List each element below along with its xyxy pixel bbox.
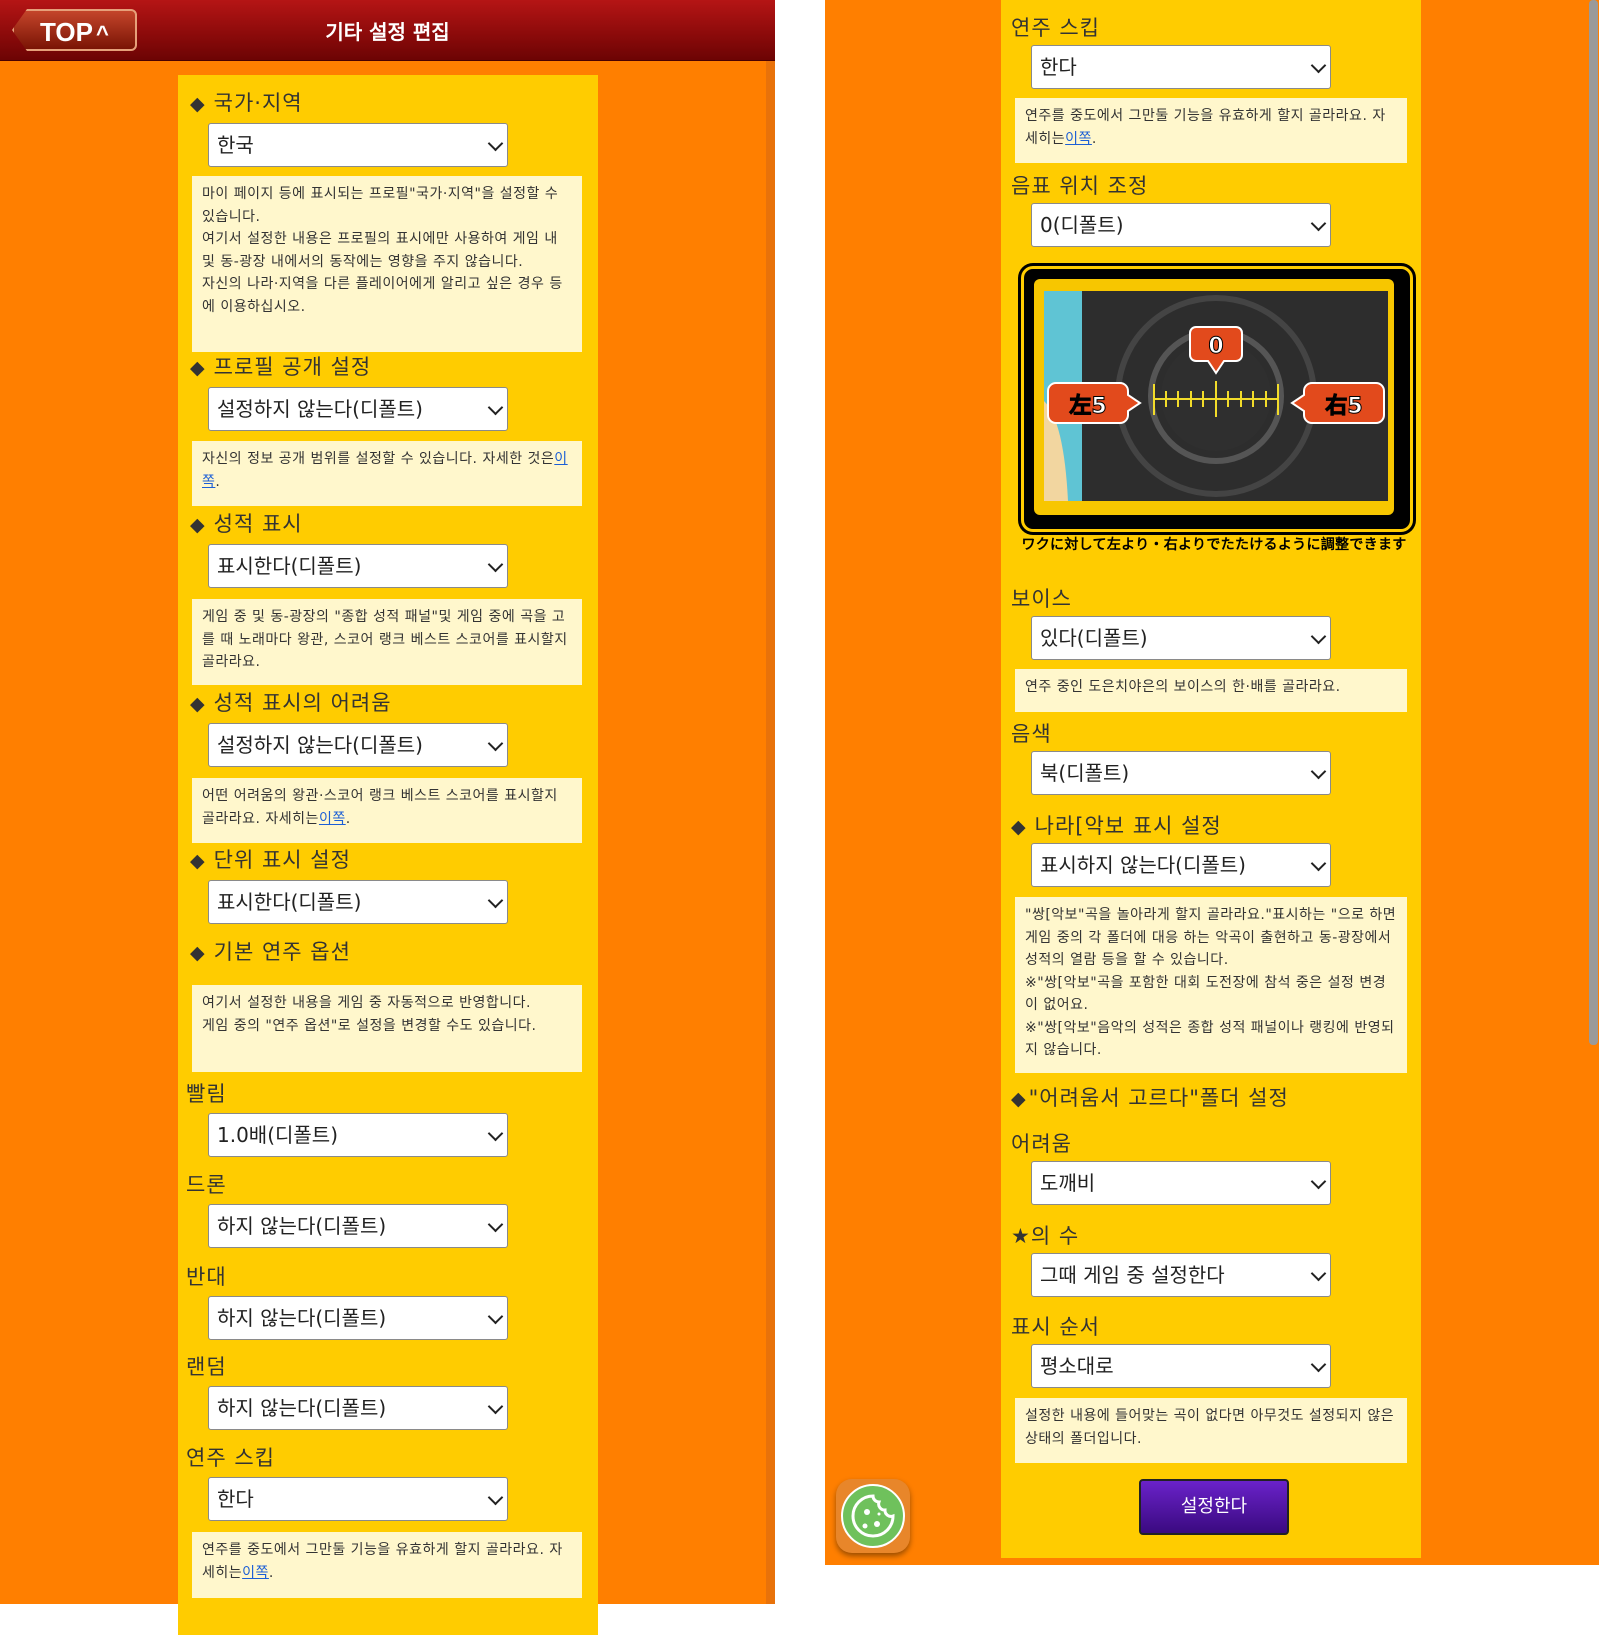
score-difficulty-select[interactable]: 설정하지 않는다(디폴트) (208, 723, 508, 767)
page-title: 기타 설정 편집 (325, 20, 450, 44)
speed-heading: 빨림 (186, 1082, 227, 1106)
reverse-select[interactable]: 하지 않는다(디폴트) (208, 1296, 508, 1340)
diamond-icon: ◆ (1011, 1088, 1027, 1110)
score-difficulty-heading: ◆ 성적 표시의 어려움 (190, 691, 392, 715)
score-display-note: 게임 중 및 동-광장의 "종합 성적 패널"및 게임 중에 곡을 고를 때 노… (192, 599, 582, 685)
skip-select[interactable]: 한다 (208, 1477, 508, 1521)
twin-score-select[interactable]: 표시하지 않는다(디폴트) (1031, 843, 1331, 887)
country-note: 마이 페이지 등에 표시되는 프로필"국가·지역"을 설정할 수 있습니다. 여… (192, 176, 582, 352)
cookie-icon (841, 1484, 905, 1548)
chevron-down-icon (487, 1489, 504, 1506)
skip-heading: 연주 스킵 (1011, 16, 1100, 40)
chevron-down-icon (487, 892, 504, 909)
note-position-illustration: 0 左5 右5 (1021, 266, 1413, 532)
score-difficulty-more-link[interactable]: 이쪽 (319, 811, 346, 827)
profile-note: 자신의 정보 공개 범위를 설정할 수 있습니다. 자세한 것은이쪽. (192, 441, 582, 506)
chevron-down-icon (487, 1216, 504, 1233)
chevron-down-icon (487, 1398, 504, 1415)
chevron-down-icon (487, 1308, 504, 1325)
scrollbar[interactable] (1589, 0, 1598, 1045)
diamond-icon: ◆ (190, 942, 206, 964)
note-position-select[interactable]: 0(디폴트) (1031, 203, 1331, 247)
diamond-icon: ◆ (190, 693, 206, 715)
profile-heading: ◆ 프로필 공개 설정 (190, 355, 372, 379)
random-heading: 랜덤 (186, 1355, 227, 1379)
skip-note: 연주를 중도에서 그만둘 기능을 유효하게 할지 골라라요. 자세히는이쪽. (1015, 98, 1407, 163)
unit-select[interactable]: 표시한다(디폴트) (208, 880, 508, 924)
submit-button[interactable]: 설정한다 (1139, 1479, 1289, 1535)
voice-select[interactable]: 있다(디폴트) (1031, 616, 1331, 660)
diamond-icon: ◆ (190, 850, 206, 872)
diamond-icon: ◆ (190, 514, 206, 536)
difficulty-heading: 어려움 (1011, 1132, 1072, 1156)
twin-score-note: "쌍[악보"곡을 놀아라게 할지 골라라요."표시하는 "으로 하면 게임 중의… (1015, 897, 1407, 1073)
unit-heading: ◆ 단위 표시 설정 (190, 848, 351, 872)
chevron-down-icon (1310, 763, 1327, 780)
diamond-icon: ◆ (1011, 816, 1027, 838)
settings-panel-left: ◆ 국가·지역 한국 마이 페이지 등에 표시되는 프로필"국가·지역"을 설정할… (178, 75, 598, 1635)
speed-select[interactable]: 1.0배(디폴트) (208, 1113, 508, 1157)
skip-heading: 연주 스킵 (186, 1446, 275, 1470)
settings-panel-right: 연주 스킵 한다 연주를 중도에서 그만둘 기능을 유효하게 할지 골라라요. … (1001, 0, 1421, 1558)
right-value-label: 右5 (1325, 394, 1362, 419)
left-value-label: 左5 (1069, 393, 1106, 419)
skip-more-link[interactable]: 이쪽 (242, 1565, 269, 1581)
skip-note: 연주를 중도에서 그만둘 기능을 유효하게 할지 골라라요. 자세히는이쪽. (192, 1532, 582, 1598)
chevron-down-icon (487, 135, 504, 152)
voice-note: 연주 중인 도은치야은의 보이스의 한·배를 골라라요. (1015, 669, 1407, 712)
doron-select[interactable]: 하지 않는다(디폴트) (208, 1204, 508, 1248)
random-select[interactable]: 하지 않는다(디폴트) (208, 1386, 508, 1430)
country-heading: ◆ 국가·지역 (190, 91, 303, 115)
reverse-heading: 반대 (186, 1265, 227, 1289)
basic-options-note: 여기서 설정한 내용을 게임 중 자동적으로 반영합니다. 게임 중의 "연주 … (192, 985, 582, 1072)
score-display-select[interactable]: 표시한다(디폴트) (208, 544, 508, 588)
note-position-heading: 음표 위치 조정 (1011, 174, 1149, 198)
chevron-down-icon (1310, 215, 1327, 232)
doron-heading: 드론 (186, 1173, 227, 1197)
chevron-down-icon (1310, 1265, 1327, 1282)
chevron-down-icon (1310, 628, 1327, 645)
chevron-down-icon (487, 1125, 504, 1142)
stars-heading: ★의 수 (1011, 1224, 1080, 1248)
diamond-icon: ◆ (190, 93, 206, 115)
stars-select[interactable]: 그때 게임 중 설정한다 (1031, 1253, 1331, 1297)
order-select[interactable]: 평소대로 (1031, 1344, 1331, 1388)
drum-lane-graphic: 0 左5 右5 (1044, 291, 1385, 501)
folder-heading: ◆"어려움서 고르다"폴더 설정 (1011, 1086, 1289, 1110)
tone-select[interactable]: 북(디폴트) (1031, 751, 1331, 795)
score-display-heading: ◆ 성적 표시 (190, 512, 303, 536)
country-select[interactable]: 한국 (208, 123, 508, 167)
chevron-down-icon (487, 735, 504, 752)
score-difficulty-note: 어떤 어려움의 왕관·스코어 랭크 베스트 스코어를 표시할지 골라라요. 자세… (192, 778, 582, 843)
difficulty-select[interactable]: 도깨비 (1031, 1161, 1331, 1205)
chevron-down-icon (487, 556, 504, 573)
chevron-down-icon (1310, 1173, 1327, 1190)
skip-more-link[interactable]: 이쪽 (1065, 131, 1092, 147)
left-screen-edge (766, 0, 775, 1604)
center-value-label: 0 (1208, 334, 1223, 359)
skip-select[interactable]: 한다 (1031, 45, 1331, 89)
twin-score-heading: ◆ 나라[악보 표시 설정 (1011, 814, 1222, 838)
chevron-down-icon (1310, 57, 1327, 74)
order-heading: 표시 순서 (1011, 1315, 1100, 1339)
chevron-down-icon (1310, 855, 1327, 872)
profile-select[interactable]: 설정하지 않는다(디폴트) (208, 387, 508, 431)
diamond-icon: ◆ (190, 357, 206, 379)
cookie-settings-button[interactable] (836, 1479, 910, 1553)
chevron-down-icon (1310, 1356, 1327, 1373)
basic-options-heading: ◆ 기본 연주 옵션 (190, 940, 351, 964)
voice-heading: 보이스 (1011, 587, 1072, 611)
header-bar: TOP ^ 기타 설정 편집 (0, 0, 775, 61)
order-note: 설정한 내용에 들어맞는 곡이 없다면 아무것도 설정되지 않은 상태의 폴더입… (1015, 1398, 1407, 1463)
tone-heading: 음색 (1011, 722, 1052, 746)
chevron-down-icon (487, 399, 504, 416)
illustration-caption: ワクに対して左より・右よりでたたけるように調整できます (1021, 537, 1407, 553)
